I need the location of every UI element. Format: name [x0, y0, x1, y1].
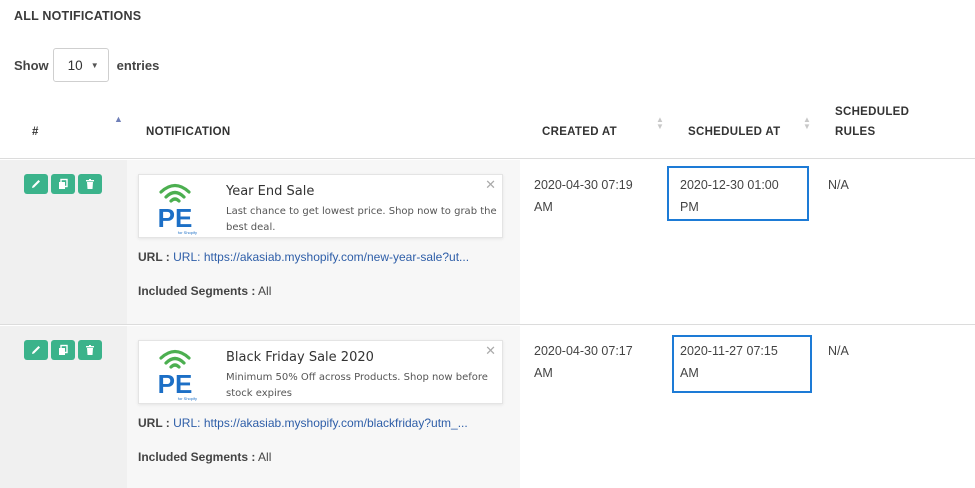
row-actions [24, 174, 102, 194]
duplicate-icon [59, 344, 68, 355]
close-icon: ✕ [485, 177, 496, 192]
edit-button[interactable] [24, 340, 48, 360]
svg-text:for Shopify: for Shopify [178, 230, 197, 235]
notification-body: Last chance to get lowest price. Shop no… [226, 206, 497, 233]
url-label: URL : [138, 250, 170, 264]
duplicate-button[interactable] [51, 340, 75, 360]
delete-button[interactable] [78, 340, 102, 360]
edit-button[interactable] [24, 174, 48, 194]
url-text: https://akasiab.myshopify.com/blackfrida… [203, 416, 468, 430]
segments-line: Included Segments : All [138, 284, 271, 298]
notification-preview[interactable]: PE for Shopify Black Friday Sale 2020 Mi… [138, 340, 503, 404]
trash-icon [86, 345, 94, 355]
created-at-cell: 2020-04-30 07:19 AM [534, 174, 633, 218]
edit-icon [32, 180, 40, 188]
scheduled-rules-cell: N/A [828, 178, 849, 192]
segments-label: Included Segments : [138, 450, 256, 464]
entries-label: entries [116, 57, 160, 73]
created-at-date: 2020-04-30 07:17 [534, 344, 633, 358]
entries-select[interactable]: 10 ▼ [52, 48, 109, 82]
url-prefix: URL: [173, 416, 201, 430]
pushengage-logo: PE for Shopify [158, 349, 197, 401]
show-label: Show [14, 57, 49, 73]
url-line: URL : URL: https://akasiab.myshopify.com… [138, 250, 469, 264]
row-actions [24, 340, 102, 360]
sort-icon[interactable]: ▲ ▼ [655, 116, 665, 131]
notification-title: Year End Sale [226, 184, 315, 199]
scheduled-at-date: 2020-11-27 07:15 [680, 344, 778, 358]
segments-line: Included Segments : All [138, 450, 271, 464]
notification-title: Black Friday Sale 2020 [226, 350, 374, 365]
scheduled-at-cell: 2020-12-30 01:00 PM [680, 174, 779, 218]
entries-value: 10 [67, 57, 83, 73]
created-at-ampm: AM [534, 200, 553, 214]
scheduled-at-cell: 2020-11-27 07:15 AM [680, 340, 778, 384]
table-row: PE for Shopify Year End Sale Last chance… [0, 160, 975, 325]
svg-text:PE: PE [158, 369, 193, 399]
sort-ascending-icon[interactable]: ▲ [114, 114, 123, 124]
col-index-header[interactable]: # [32, 126, 39, 138]
length-menu: Show 10 ▼ entries [14, 48, 159, 82]
duplicate-button[interactable] [51, 174, 75, 194]
col-notification-header[interactable]: NOTIFICATION [146, 126, 231, 138]
scheduled-at-ampm: AM [680, 366, 699, 380]
created-at-ampm: AM [534, 366, 553, 380]
created-at-cell: 2020-04-30 07:17 AM [534, 340, 633, 384]
url-text: https://akasiab.myshopify.com/new-year-s… [203, 250, 470, 264]
url-link[interactable]: URL: https://akasiab.myshopify.com/black… [173, 416, 468, 430]
duplicate-icon [59, 178, 68, 189]
notification-body: Minimum 50% Off across Products. Shop no… [226, 372, 488, 399]
col-created-at-header[interactable]: CREATED AT [542, 126, 617, 138]
url-link[interactable]: URL: https://akasiab.myshopify.com/new-y… [173, 250, 469, 264]
delete-button[interactable] [78, 174, 102, 194]
scheduled-at-ampm: PM [680, 200, 699, 214]
segments-value: All [258, 450, 272, 464]
chevron-down-icon: ▼ [90, 60, 99, 70]
url-label: URL : [138, 416, 170, 430]
table-row: PE for Shopify Black Friday Sale 2020 Mi… [0, 326, 975, 488]
scheduled-at-date: 2020-12-30 01:00 [680, 178, 779, 192]
close-icon: ✕ [485, 343, 496, 358]
col-scheduled-at-header[interactable]: SCHEDULED AT [688, 126, 780, 138]
scheduled-rules-cell: N/A [828, 344, 849, 358]
url-prefix: URL: [173, 250, 201, 264]
edit-icon [32, 346, 40, 354]
pushengage-logo: PE for Shopify [158, 183, 197, 235]
created-at-date: 2020-04-30 07:19 [534, 178, 633, 192]
svg-text:PE: PE [158, 203, 193, 233]
col-scheduled-rules-header-line1[interactable]: SCHEDULED [835, 106, 909, 118]
page-title: ALL NOTIFICATIONS [14, 9, 142, 23]
col-scheduled-rules-header-line2[interactable]: RULES [835, 126, 875, 138]
sort-icon[interactable]: ▲ ▼ [802, 116, 812, 131]
trash-icon [86, 179, 94, 189]
url-line: URL : URL: https://akasiab.myshopify.com… [138, 416, 468, 430]
segments-label: Included Segments : [138, 284, 256, 298]
segments-value: All [258, 284, 272, 298]
notification-preview[interactable]: PE for Shopify Year End Sale Last chance… [138, 174, 503, 238]
table-header: # ▲ NOTIFICATION CREATED AT ▲ ▼ SCHEDULED… [0, 96, 975, 159]
svg-text:for Shopify: for Shopify [178, 396, 197, 401]
